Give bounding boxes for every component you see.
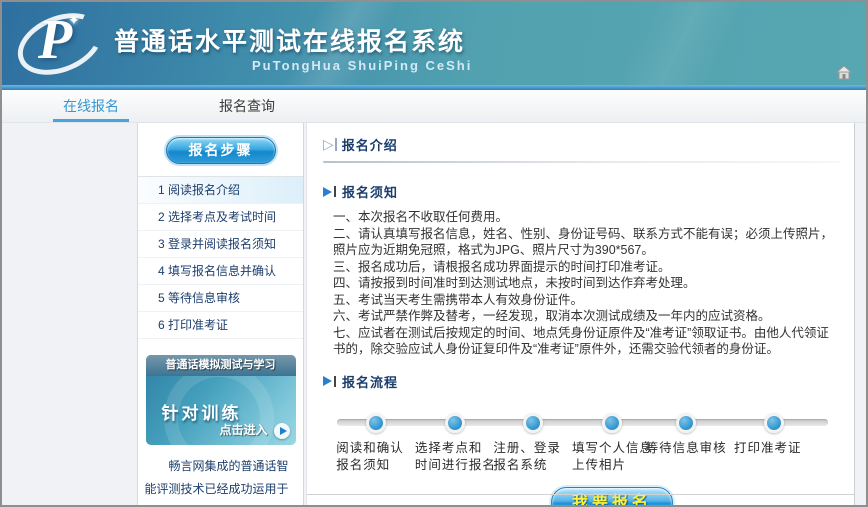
registration-flow-timeline: 阅读和确认 报名须知 选择考点和 时间进行报名 注册、登录 报名系统 填写个人信… bbox=[337, 413, 828, 475]
sidebar-step-fill-info[interactable]: 4 填写报名信息并确认 bbox=[138, 258, 303, 285]
notice-item: 四、请按报到时间准时到达测试地点，未按时间到达作弃考处理。 bbox=[333, 275, 838, 292]
banner-top-label: 普通话模拟测试与学习 bbox=[146, 355, 296, 376]
flow-title: 报名流程 bbox=[342, 372, 398, 391]
tab-online-registration[interactable]: 在线报名 bbox=[57, 90, 125, 122]
header-streak bbox=[482, 2, 842, 85]
notice-item: 五、考试当天考生需携带本人有效身份证件。 bbox=[333, 292, 838, 309]
sidebar-step-login-notice[interactable]: 3 登录并阅读报名须知 bbox=[138, 231, 303, 258]
timeline-dot bbox=[523, 413, 543, 433]
flow-step-label: 打印准考证 bbox=[734, 440, 838, 457]
footer-divider bbox=[307, 494, 854, 495]
notice-list: 一、本次报名不收取任何费用。 二、请认真填写报名信息，姓名、性别、身份证号码、联… bbox=[323, 209, 840, 358]
practice-banner[interactable]: 普通话模拟测试与学习 针对训练 点击进入 bbox=[146, 355, 296, 445]
notice-head: 报名须知 bbox=[323, 182, 840, 201]
notice-item: 二、请认真填写报名信息，姓名、性别、身份证号码、联系方式不能有误；必须上传照片，… bbox=[333, 226, 838, 259]
promo-text: 畅言网集成的普通话智能评测技术已经成功运用于上海、安徽等多个省市的普通话水平 bbox=[145, 455, 297, 507]
notice-item: 六、考试严禁作弊及替考，一经发现，取消本次测试成绩及一年内的应试资格。 bbox=[333, 308, 838, 325]
main-content: ▷ 报名介绍 报名须知 一、本次报名不收取任何费用。 二、请认真填写报名信息，姓… bbox=[306, 123, 855, 505]
section-rule bbox=[323, 161, 840, 163]
notice-item: 一、本次报名不收取任何费用。 bbox=[333, 209, 838, 226]
left-gutter bbox=[2, 123, 138, 505]
registration-steps-button[interactable]: 报名步骤 bbox=[166, 137, 276, 164]
banner-cta-label: 点击进入 bbox=[219, 421, 267, 438]
page-title: 普通话水平测试在线报名系统 bbox=[114, 22, 465, 58]
timeline-dot bbox=[764, 413, 784, 433]
arrow-icon bbox=[323, 187, 332, 197]
section-title: 报名介绍 bbox=[342, 135, 398, 154]
flow-head: 报名流程 bbox=[323, 372, 840, 391]
play-icon[interactable] bbox=[274, 423, 290, 439]
section-marker-icon: ▷ bbox=[323, 138, 337, 151]
page-subtitle: PuTongHua ShuiPing CeShi bbox=[252, 58, 472, 73]
arrow-bar-icon bbox=[334, 186, 336, 197]
signup-button[interactable]: 我要报名 bbox=[551, 487, 673, 506]
tab-registration-query[interactable]: 报名查询 bbox=[213, 90, 281, 122]
home-icon[interactable] bbox=[836, 66, 852, 80]
page: P ✦ 普通话水平测试在线报名系统 PuTongHua ShuiPing CeS… bbox=[0, 0, 868, 507]
app-header: P ✦ 普通话水平测试在线报名系统 PuTongHua ShuiPing CeS… bbox=[2, 2, 866, 85]
section-head-intro: ▷ 报名介绍 bbox=[323, 135, 840, 154]
timeline-dot bbox=[602, 413, 622, 433]
notice-item: 七、应试者在测试后按规定的时间、地点凭身份证原件及“准考证”领取证书。由他人代领… bbox=[333, 325, 838, 358]
arrow-icon bbox=[323, 376, 332, 386]
arrow-bar-icon bbox=[334, 376, 336, 387]
sidebar-step-print-ticket[interactable]: 6 打印准考证 bbox=[138, 312, 303, 339]
sidebar-step-wait-review[interactable]: 5 等待信息审核 bbox=[138, 285, 303, 312]
timeline-dot bbox=[676, 413, 696, 433]
main-nav: 在线报名 报名查询 bbox=[2, 90, 866, 123]
body: 报名步骤 1 阅读报名介绍 2 选择考点及考试时间 3 登录并阅读报名须知 4 … bbox=[2, 123, 866, 505]
sidebar: 报名步骤 1 阅读报名介绍 2 选择考点及考试时间 3 登录并阅读报名须知 4 … bbox=[138, 123, 304, 505]
sidebar-step-choose-site[interactable]: 2 选择考点及考试时间 bbox=[138, 204, 303, 231]
timeline-dot bbox=[366, 413, 386, 433]
timeline-bar bbox=[337, 419, 828, 426]
sidebar-step-read-intro[interactable]: 1 阅读报名介绍 bbox=[138, 177, 303, 204]
notice-item: 三、报名成功后，请根报名成功界面提示的时间打印准考证。 bbox=[333, 259, 838, 276]
timeline-dot bbox=[445, 413, 465, 433]
app-logo: P ✦ bbox=[10, 6, 110, 82]
notice-title: 报名须知 bbox=[342, 182, 398, 201]
sparkle-icon: ✦ bbox=[68, 12, 80, 29]
